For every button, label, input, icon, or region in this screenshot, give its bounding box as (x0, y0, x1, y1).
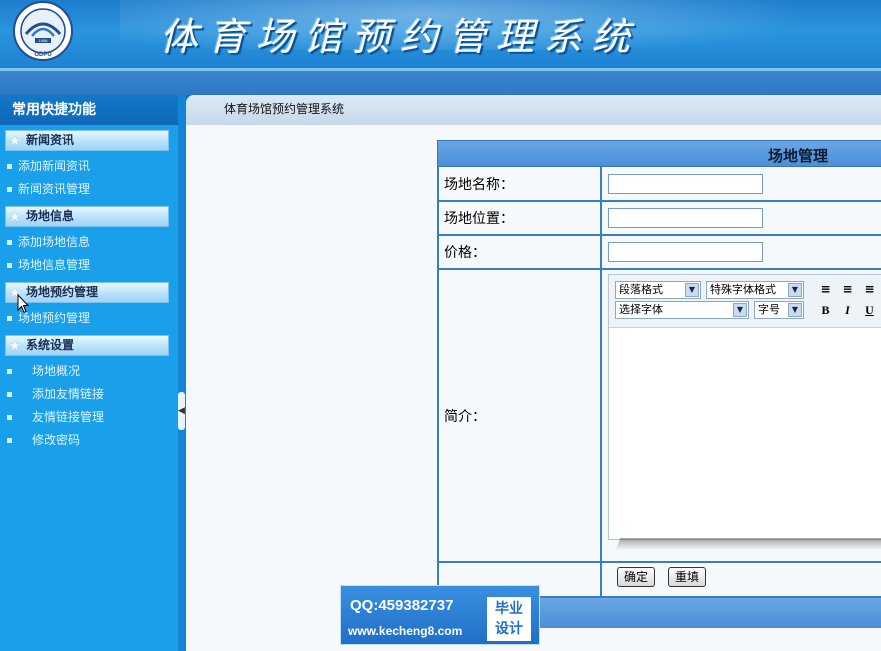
rich-text-editor: 段落格式 ▼ 特殊字体格式 ▼ ≡ ≡ ≡ 选择字体 ▼ 字号 ▼ B I U (608, 274, 881, 540)
field-label-location: 场地位置： (439, 202, 602, 234)
section-title: 系统设置 (26, 338, 75, 352)
nav-item-change-password[interactable]: 修改密码 (7, 431, 80, 449)
section-header-news[interactable]: ★ 新闻资讯 (5, 130, 169, 151)
sidebar-title: 常用快捷功能 (0, 95, 178, 125)
nav-item-add-venue[interactable]: 添加场地信息 (7, 233, 90, 251)
section-title: 新闻资讯 (26, 133, 75, 147)
header-banner: 1958 GDPU 体育场馆预约管理系统 (0, 0, 881, 68)
nav-item-add-news[interactable]: 添加新闻资讯 (7, 157, 90, 175)
select-value: 选择字体 (619, 303, 663, 316)
nav-item-label: 场地概况 (32, 364, 81, 378)
nav-item-label: 友情链接管理 (32, 410, 105, 424)
star-icon: ★ (9, 210, 21, 225)
align-left-icon[interactable]: ≡ (816, 281, 835, 298)
chevron-left-icon: ◀ (178, 406, 185, 416)
field-label-price: 价格： (439, 236, 602, 268)
align-right-icon[interactable]: ≡ (860, 281, 879, 298)
chevron-down-icon: ▼ (788, 303, 802, 317)
section-header-venue-info[interactable]: ★ 场地信息 (5, 206, 169, 227)
field-value-cell: 段落格式 ▼ 特殊字体格式 ▼ ≡ ≡ ≡ 选择字体 ▼ 字号 ▼ B I U (604, 270, 881, 561)
select-value: 特殊字体格式 (710, 283, 776, 296)
bullet-icon (7, 438, 12, 443)
star-icon: ★ (9, 339, 21, 354)
paragraph-format-select[interactable]: 段落格式 ▼ (615, 281, 701, 299)
venue-name-input[interactable] (608, 174, 763, 194)
sidebar-edge (178, 95, 186, 651)
bullet-icon (7, 415, 12, 420)
watermark: QQ:459382737 www.kecheng8.com 毕业 设计 (340, 585, 540, 645)
chevron-down-icon: ▼ (733, 303, 747, 317)
badge-line-2: 设计 (495, 621, 523, 637)
bullet-icon (7, 187, 12, 192)
nav-item-manage-news[interactable]: 新闻资讯管理 (7, 180, 90, 198)
section-header-system-settings[interactable]: ★ 系统设置 (5, 335, 169, 356)
bullet-icon (7, 392, 12, 397)
nav-item-venue-overview[interactable]: 场地概况 (7, 362, 80, 380)
special-font-format-select[interactable]: 特殊字体格式 ▼ (706, 281, 804, 299)
editor-toolbar: 段落格式 ▼ 特殊字体格式 ▼ ≡ ≡ ≡ 选择字体 ▼ 字号 ▼ B I U (609, 275, 881, 328)
nav-item-manage-venue[interactable]: 场地信息管理 (7, 256, 90, 274)
font-size-select[interactable]: 字号 ▼ (754, 301, 804, 319)
nav-item-label: 添加友情链接 (32, 387, 105, 401)
section-header-booking[interactable]: ★ 场地预约管理 (5, 282, 169, 303)
section-title: 场地预约管理 (26, 285, 99, 299)
mouse-cursor-icon (17, 294, 29, 314)
form-row-location: 场地位置： (437, 202, 881, 236)
nav-item-label: 添加场地信息 (18, 235, 91, 249)
nav-item-manage-links[interactable]: 友情链接管理 (7, 408, 104, 426)
price-input[interactable] (608, 242, 763, 262)
form-row-price: 价格： (437, 236, 881, 270)
actions-cell: 确定 重填 (604, 563, 881, 596)
align-center-icon[interactable]: ≡ (838, 281, 857, 298)
nav-item-label: 修改密码 (32, 433, 81, 447)
bullet-icon (7, 316, 12, 321)
nav-item-label: 添加新闻资讯 (18, 159, 91, 173)
underline-button[interactable]: U (860, 302, 879, 319)
logo-year: 1958 (39, 38, 49, 43)
confirm-button[interactable]: 确定 (617, 567, 656, 587)
watermark-qq: QQ:459382737 (350, 597, 454, 614)
font-family-select[interactable]: 选择字体 ▼ (615, 301, 749, 319)
breadcrumb: 体育场馆预约管理系统 (186, 95, 881, 125)
select-value: 段落格式 (619, 283, 663, 296)
bold-button[interactable]: B (816, 302, 835, 319)
nav-item-add-link[interactable]: 添加友情链接 (7, 385, 104, 403)
watermark-badge: 毕业 设计 (487, 597, 531, 641)
editor-content-area[interactable] (609, 328, 881, 538)
watermark-site: www.kecheng8.com (348, 624, 463, 638)
field-label-intro: 简介： (439, 270, 602, 561)
form-title: 场地管理 (768, 147, 829, 165)
nav-item-label: 新闻资讯管理 (18, 182, 91, 196)
form-row-name: 场地名称： (437, 167, 881, 202)
select-value: 字号 (758, 303, 780, 316)
nav-item-label: 场地信息管理 (18, 258, 91, 272)
star-icon: ★ (9, 134, 21, 149)
university-logo-icon: 1958 GDPU (13, 1, 73, 61)
sidebar: 常用快捷功能 ★ 新闻资讯 添加新闻资讯 新闻资讯管理 ★ 场地信息 添加场地信… (0, 95, 178, 651)
reset-button[interactable]: 重填 (668, 567, 707, 587)
subheader-bar (0, 71, 881, 95)
system-title: 体育场馆预约管理系统 (160, 15, 641, 59)
bullet-icon (7, 263, 12, 268)
field-value-cell (604, 236, 881, 268)
sidebar-collapse-handle[interactable]: ◀ (178, 392, 185, 430)
section-title: 场地信息 (26, 209, 75, 223)
chevron-down-icon: ▼ (788, 283, 802, 297)
bullet-icon (7, 369, 12, 374)
field-value-cell (604, 167, 881, 200)
venue-location-input[interactable] (608, 208, 763, 228)
bullet-icon (7, 164, 12, 169)
badge-line-1: 毕业 (495, 601, 523, 617)
bullet-icon (7, 240, 12, 245)
italic-button[interactable]: I (838, 302, 857, 319)
field-value-cell (604, 202, 881, 234)
field-label-name: 场地名称： (439, 167, 602, 200)
form-row-intro: 简介： 段落格式 ▼ 特殊字体格式 ▼ ≡ ≡ ≡ 选择字体 ▼ 字号 ▼ B … (437, 270, 881, 563)
chevron-down-icon: ▼ (685, 283, 699, 297)
logo-abbr: GDPU (34, 52, 51, 58)
editor-shadow (615, 538, 881, 550)
form-header: 场地管理 (437, 140, 881, 167)
